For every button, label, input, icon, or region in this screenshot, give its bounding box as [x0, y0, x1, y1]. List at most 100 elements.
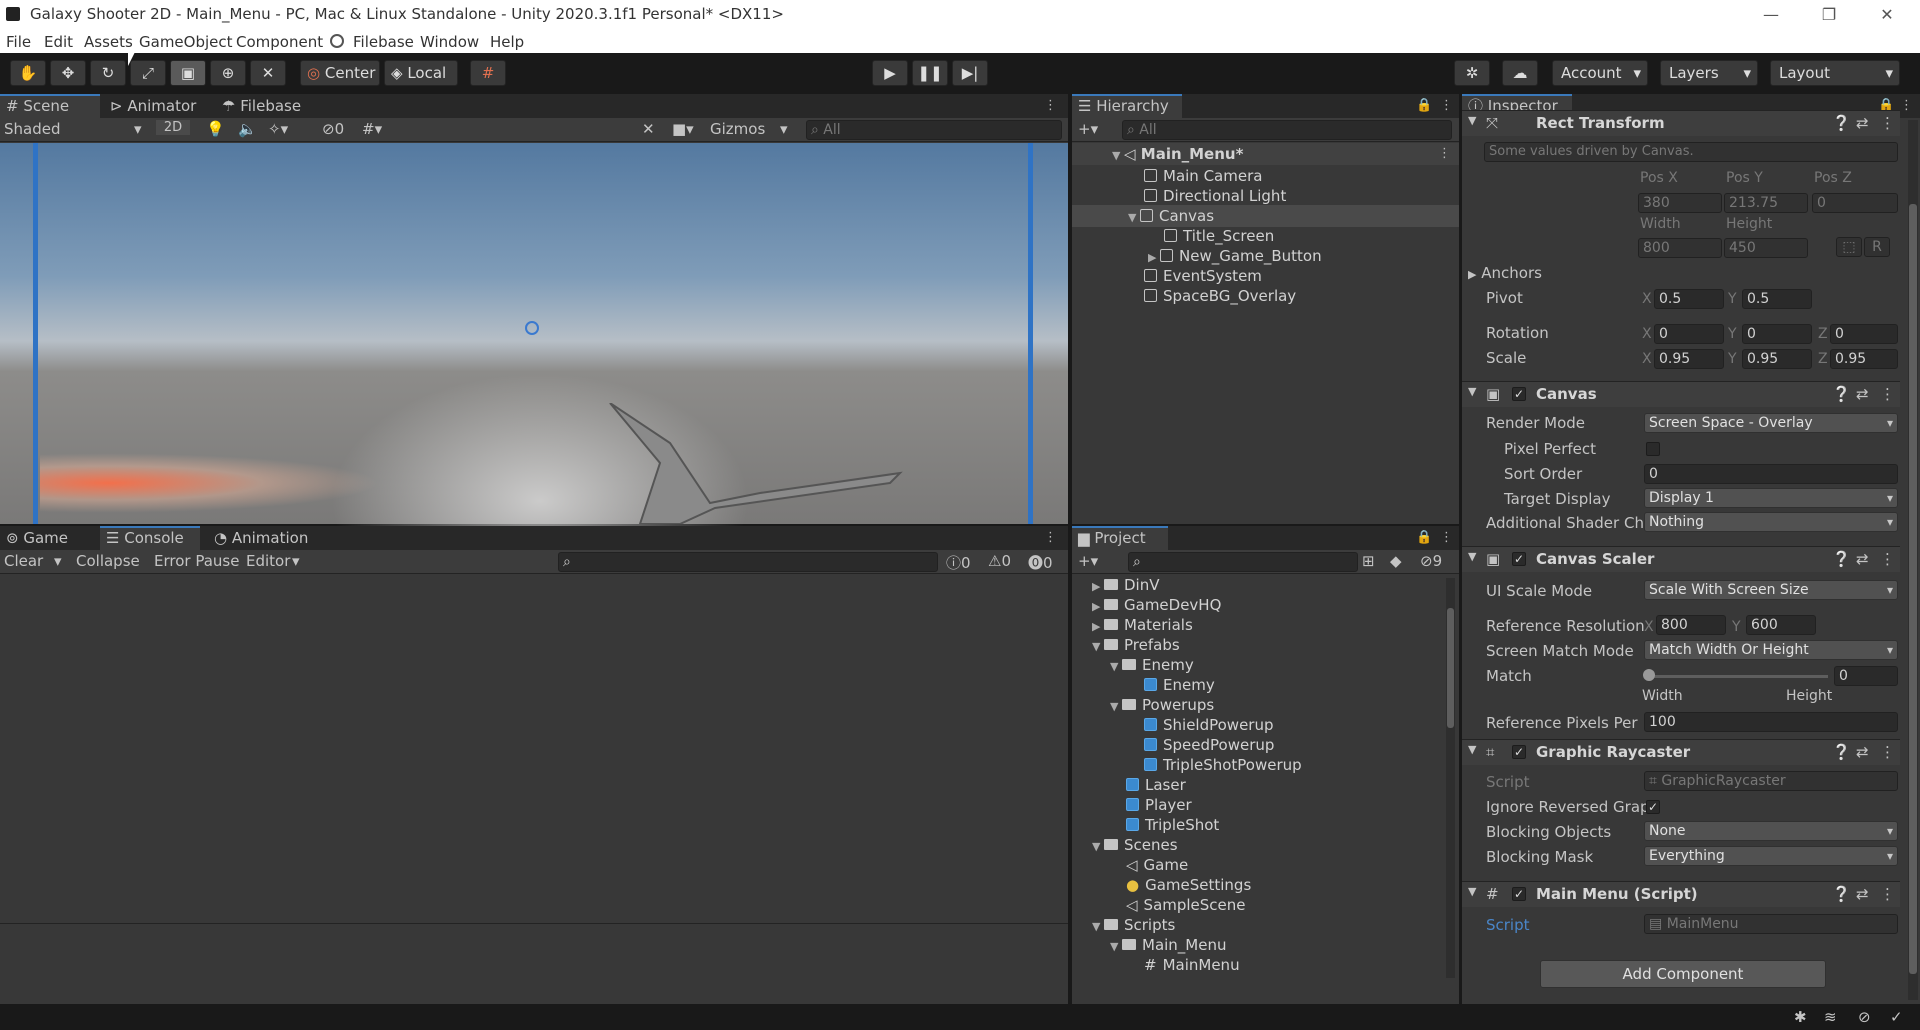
camera-icon[interactable]: ■▾ — [672, 120, 694, 138]
blueprint-mode-button[interactable]: ⬚ — [1836, 237, 1862, 257]
transform-tool-icon[interactable]: ⊕ — [210, 60, 246, 86]
tab-hierarchy[interactable]: ☰ Hierarchy — [1072, 94, 1182, 118]
component-menu-icon[interactable]: ⋮ — [1880, 743, 1895, 761]
rotate-tool-icon[interactable]: ↻ — [90, 60, 126, 86]
preset-icon[interactable]: ⇄ — [1856, 743, 1869, 761]
component-menu-icon[interactable]: ⋮ — [1880, 550, 1895, 568]
console-search-input[interactable]: ⌕ — [558, 552, 938, 572]
pixel-perfect-checkbox[interactable] — [1646, 442, 1660, 456]
screen-match-mode-dropdown[interactable]: Match Width Or Height — [1644, 640, 1898, 660]
warn-count-toggle[interactable]: ⚠0 — [988, 552, 1011, 570]
step-button[interactable]: ▶| — [952, 60, 988, 86]
raycaster-enabled-checkbox[interactable]: ✓ — [1512, 745, 1526, 759]
clear-button[interactable]: Clear ▾ — [4, 552, 70, 570]
hand-tool-icon[interactable]: ✋ — [10, 60, 46, 86]
menu-edit[interactable]: Edit — [44, 33, 73, 51]
project-prefab[interactable]: Player — [1126, 796, 1192, 814]
width-field[interactable]: 800 — [1638, 238, 1722, 258]
tab-animation[interactable]: ◔ Animation — [208, 526, 328, 550]
menu-component[interactable]: Component — [236, 33, 323, 51]
grid-toggle-icon[interactable]: #▾ — [362, 120, 382, 138]
reference-pixels-field[interactable]: 100 — [1644, 712, 1898, 732]
tools-icon[interactable]: ✕ — [642, 120, 655, 138]
preset-icon[interactable]: ⇄ — [1856, 114, 1869, 132]
project-hidden-icon[interactable]: ⊘9 — [1420, 552, 1442, 570]
close-button[interactable]: ✕ — [1872, 2, 1902, 28]
project-scene[interactable]: ◁ Game — [1126, 856, 1188, 874]
canvas-scaler-enabled-checkbox[interactable]: ✓ — [1512, 552, 1526, 566]
cache-icon[interactable]: ≋ — [1824, 1008, 1837, 1026]
scene-search-input[interactable]: ⌕ All — [806, 120, 1062, 140]
ignore-reversed-checkbox[interactable]: ✓ — [1646, 800, 1660, 814]
hierarchy-item[interactable]: Title_Screen — [1164, 227, 1274, 245]
menu-window[interactable]: Window — [420, 33, 479, 51]
project-prefab[interactable]: Enemy — [1144, 676, 1215, 694]
network-icon[interactable]: ⊘ — [1858, 1008, 1871, 1026]
project-scene[interactable]: ◁ SampleScene — [1126, 896, 1246, 914]
project-menu-icon[interactable]: ⋮ — [1440, 530, 1453, 545]
posy-field[interactable]: 213.75 — [1724, 193, 1808, 213]
match-slider-track[interactable] — [1648, 675, 1828, 678]
preset-icon[interactable]: ⇄ — [1856, 385, 1869, 403]
project-scrollbar[interactable] — [1446, 578, 1455, 978]
project-folder[interactable]: ▼ Main_Menu — [1110, 936, 1227, 954]
custom-tool-icon[interactable]: ✕ — [250, 60, 286, 86]
tab-console[interactable]: ☰ Console — [100, 526, 200, 550]
hierarchy-item[interactable]: Directional Light — [1144, 187, 1286, 205]
tab-animator[interactable]: ⊳ Animator — [104, 94, 214, 118]
mode-2d-button[interactable]: 2D — [156, 120, 190, 135]
project-script[interactable]: # MainMenu — [1144, 956, 1240, 974]
ui-scale-mode-dropdown[interactable]: Scale With Screen Size — [1644, 580, 1898, 600]
add-component-button[interactable]: Add Component — [1540, 960, 1826, 988]
graphic-raycaster-header[interactable]: ▼ ⌗ ✓ Graphic Raycaster ❔ ⇄ ⋮ — [1462, 739, 1900, 765]
main-menu-script-header[interactable]: ▼ # ✓ Main Menu (Script) ❔ ⇄ ⋮ — [1462, 881, 1900, 907]
project-folder[interactable]: ▼ Scenes — [1092, 836, 1178, 854]
menu-file[interactable]: File — [6, 33, 31, 51]
help-icon[interactable]: ❔ — [1832, 114, 1851, 132]
inspector-menu-icon[interactable]: ⋮ — [1900, 98, 1913, 113]
hierarchy-item[interactable]: ▶ New_Game_Button — [1148, 247, 1322, 265]
scale-tool-icon[interactable]: ⤢ — [130, 60, 166, 86]
project-asset[interactable]: ● GameSettings — [1126, 876, 1251, 894]
cloud-icon[interactable]: ☁ — [1502, 60, 1538, 86]
inspector-scrollbar-thumb[interactable] — [1909, 204, 1917, 974]
account-dropdown[interactable]: Account ▾ — [1552, 60, 1648, 86]
project-folder[interactable]: ▼ Powerups — [1110, 696, 1214, 714]
rot-y-field[interactable]: 0 — [1742, 324, 1812, 344]
ref-res-x-field[interactable]: 800 — [1656, 615, 1726, 635]
move-tool-icon[interactable]: ✥ — [50, 60, 86, 86]
tab-filebase[interactable]: ☂ Filebase — [216, 94, 326, 118]
rect-tool-icon[interactable]: ▣ — [170, 60, 206, 86]
project-folder[interactable]: ▼ Scripts — [1092, 916, 1175, 934]
editor-dropdown[interactable]: Editor ▾ — [246, 552, 306, 570]
project-prefab[interactable]: TripleShot — [1126, 816, 1219, 834]
canvas-enabled-checkbox[interactable]: ✓ — [1512, 387, 1526, 401]
hierarchy-item[interactable]: SpaceBG_Overlay — [1144, 287, 1296, 305]
match-value-field[interactable]: 0 — [1834, 666, 1898, 686]
project-prefab[interactable]: SpeedPowerup — [1144, 736, 1274, 754]
menu-filebase[interactable]: Filebase — [353, 33, 414, 51]
hidden-objects-icon[interactable]: ⊘0 — [322, 120, 344, 138]
error-count-toggle[interactable]: ⓿0 — [1028, 552, 1053, 573]
audio-icon[interactable]: 🔈 — [238, 120, 257, 138]
inspector-scrollbar[interactable] — [1908, 120, 1918, 1000]
effects-icon[interactable]: ✧▾ — [268, 120, 288, 138]
raycaster-script-field[interactable]: ⌗ GraphicRaycaster — [1644, 771, 1898, 791]
help-icon[interactable]: ❔ — [1832, 385, 1851, 403]
preset-icon[interactable]: ⇄ — [1856, 885, 1869, 903]
menu-assets[interactable]: Assets — [84, 33, 133, 51]
scene-menu-icon[interactable]: ⋮ — [1044, 98, 1057, 113]
pivot-center-button[interactable]: ◎ Center — [300, 60, 380, 86]
scale-x-field[interactable]: 0.95 — [1654, 349, 1724, 369]
anchors-foldout[interactable]: ▶ Anchors — [1468, 264, 1542, 282]
canvas-header[interactable]: ▼ ▣ ✓ Canvas ❔ ⇄ ⋮ — [1462, 381, 1900, 407]
pause-button[interactable]: ❚❚ — [912, 60, 948, 86]
scene-viewport[interactable] — [0, 143, 1068, 533]
shader-channels-dropdown[interactable]: Nothing — [1644, 512, 1898, 532]
hierarchy-item[interactable]: EventSystem — [1144, 267, 1262, 285]
error-pause-button[interactable]: Error Pause — [154, 552, 239, 570]
pivot-local-button[interactable]: ◈ Local — [384, 60, 458, 86]
main-menu-enabled-checkbox[interactable]: ✓ — [1512, 887, 1526, 901]
match-slider-handle[interactable] — [1643, 669, 1655, 681]
minimize-button[interactable]: — — [1756, 2, 1786, 28]
